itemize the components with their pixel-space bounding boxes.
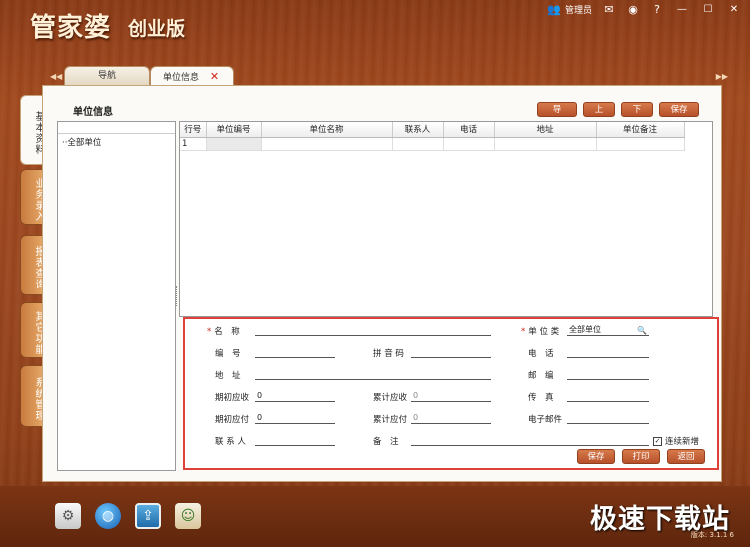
user-dock-icon[interactable]: ☺ [175, 503, 201, 529]
action-bar: 导入... 上移 下移 保存排序 [537, 102, 699, 129]
weibo-icon[interactable]: ◉ [626, 3, 640, 16]
tree-node-all-units[interactable]: ··全部单位 [58, 134, 175, 150]
unit-entry-form: * 名 称 * 单 位 类 全部单位 🔍 编 号 拼 音 码 电 话 地 址 邮 编… [183, 317, 719, 470]
total-receivable-field: 0 [411, 390, 491, 402]
table-cell[interactable] [392, 137, 444, 151]
globe-dock-icon[interactable]: ◍ [95, 503, 121, 529]
name-label: * 名 称 [207, 327, 240, 337]
initial-payable-field[interactable]: 0 [255, 412, 335, 424]
column-header[interactable]: 行号 [180, 122, 207, 138]
tab-scroll-right-icon[interactable]: ▶▶ [716, 72, 728, 81]
email-field[interactable] [567, 412, 649, 424]
tab-navigation[interactable]: 导航 [64, 66, 150, 87]
tab-unit-info[interactable]: 单位信息 ✕ [150, 66, 234, 87]
unit-class-label: * 单 位 类 [521, 327, 560, 337]
initial-payable-label: 期初应付 [215, 415, 250, 425]
row-number-cell: 1 [180, 137, 207, 151]
remark-label: 备 注 [373, 437, 399, 447]
tab-strip: ◀◀ 导航 单位信息 ✕ ▶▶ [50, 66, 728, 87]
column-header[interactable]: 电话 [443, 122, 495, 138]
phone-label: 电 话 [528, 349, 554, 359]
total-payable-field: 0 [411, 412, 491, 424]
contact-field[interactable] [255, 434, 335, 446]
table-cell[interactable] [596, 137, 685, 151]
print-button[interactable]: 打印 [622, 449, 660, 464]
fax-label: 传 真 [528, 393, 554, 403]
sidebar-item-system[interactable]: 系统管理 [20, 365, 44, 427]
settings-dock-icon[interactable]: ⚙ [55, 503, 81, 529]
unit-grid: 行号 单位编号 单位名称 联系人 电话 地址 单位备注 1 [179, 121, 713, 317]
help-icon[interactable]: ? [650, 3, 664, 16]
sidebar-item-basic-data[interactable]: 基本资料 [20, 95, 44, 165]
email-label: 电子邮件 [528, 415, 563, 425]
total-receivable-label: 累计应收 [373, 393, 408, 403]
unit-tree: ··全部单位 [57, 121, 176, 471]
user-name: 管理员 [564, 6, 592, 16]
code-label: 编 号 [215, 349, 241, 359]
table-cell[interactable] [443, 137, 495, 151]
close-button[interactable]: ✕ [726, 3, 742, 16]
contact-label: 联 系 人 [215, 437, 246, 447]
app-title: 管家婆 [30, 13, 112, 43]
remark-field[interactable] [411, 434, 649, 446]
column-header[interactable]: 联系人 [392, 122, 444, 138]
fax-field[interactable] [567, 390, 649, 402]
pinyin-field[interactable] [411, 346, 491, 358]
address-field[interactable] [255, 368, 491, 380]
user-menu[interactable]: 👥 管理员 [547, 3, 592, 16]
name-field[interactable] [255, 324, 491, 336]
postcode-field[interactable] [567, 368, 649, 380]
sidebar-item-reports[interactable]: 报表查询 [20, 235, 44, 295]
tab-label: 单位信息 [163, 73, 200, 83]
save-button[interactable]: 保存 [577, 449, 615, 464]
tab-scroll-left-icon[interactable]: ◀◀ [50, 72, 62, 81]
pinyin-label: 拼 音 码 [373, 349, 404, 359]
postcode-label: 邮 编 [528, 371, 554, 381]
table-cell[interactable] [261, 137, 393, 151]
update-dock-icon[interactable]: ⇪ [135, 503, 161, 529]
initial-receivable-label: 期初应收 [215, 393, 250, 403]
initial-receivable-field[interactable]: 0 [255, 390, 335, 402]
table-cell[interactable] [494, 137, 597, 151]
minimize-button[interactable]: — [674, 3, 690, 16]
checkbox-checked-icon[interactable]: ✓ [653, 436, 662, 446]
search-icon[interactable]: 🔍 [637, 325, 647, 337]
column-header[interactable]: 地址 [494, 122, 597, 138]
total-payable-label: 累计应付 [373, 415, 408, 425]
import-button[interactable]: 导入... [537, 102, 577, 129]
move-down-button[interactable]: 下移 [621, 102, 653, 129]
code-field[interactable] [255, 346, 335, 358]
sidebar-item-business-entry[interactable]: 业务录入 [20, 169, 44, 225]
close-tab-icon[interactable]: ✕ [210, 70, 219, 83]
tab-label: 导航 [97, 71, 116, 81]
dock: ⚙ ◍ ⇪ ☺ [55, 503, 201, 529]
table-row[interactable]: 1 [180, 137, 685, 151]
mail-icon[interactable]: ✉ [602, 3, 616, 16]
form-actions: 保存 打印 返回 [577, 449, 705, 464]
top-toolbar: 👥 管理员 ✉ ◉ ? — ☐ ✕ [547, 3, 742, 16]
table-cell[interactable] [206, 137, 262, 151]
column-header[interactable]: 单位编号 [206, 122, 262, 138]
app-edition: 创业版 [128, 18, 186, 40]
page-title: 单位信息 [73, 107, 113, 118]
version-label: 版本: 3.1.1 6 [690, 531, 734, 539]
column-header[interactable]: 单位备注 [596, 122, 685, 138]
column-header[interactable]: 单位名称 [261, 122, 393, 138]
move-up-button[interactable]: 上移 [583, 102, 615, 129]
unit-table: 行号 单位编号 单位名称 联系人 电话 地址 单位备注 1 [180, 122, 685, 151]
user-icon: 👥 [547, 3, 561, 16]
table-header-row: 行号 单位编号 单位名称 联系人 电话 地址 单位备注 [180, 122, 685, 138]
sidebar-item-other[interactable]: 其它功能 [20, 302, 44, 358]
continuous-add-checkbox[interactable]: ✓ 连续新增 [653, 435, 699, 447]
main-panel: 单位信息 导入... 上移 下移 保存排序 ··全部单位 行号 单位编号 单位名… [42, 85, 722, 482]
phone-field[interactable] [567, 346, 649, 358]
back-button[interactable]: 返回 [667, 449, 705, 464]
save-order-button[interactable]: 保存排序 [659, 102, 699, 129]
unit-class-select[interactable]: 全部单位 🔍 [567, 324, 649, 336]
address-label: 地 址 [215, 371, 241, 381]
maximize-button[interactable]: ☐ [700, 3, 716, 16]
